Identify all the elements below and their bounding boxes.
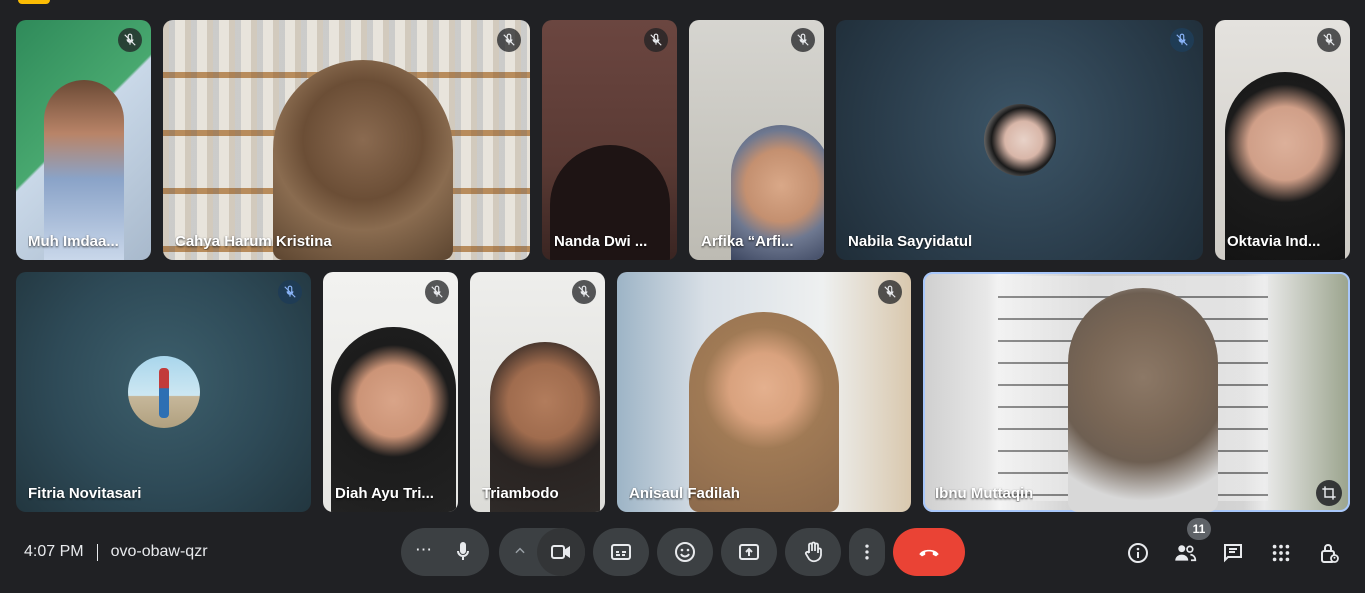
participant-video <box>689 312 839 512</box>
participant-tile[interactable]: Muh Imdaa... <box>16 20 151 260</box>
participant-name: Muh Imdaa... <box>28 233 119 250</box>
audio-control-group: ⋯ <box>401 528 489 576</box>
mic-off-icon <box>644 28 668 52</box>
participant-video <box>1225 72 1345 260</box>
participant-video <box>273 60 453 260</box>
participant-tile[interactable]: Triambodo <box>470 272 605 512</box>
emoji-button[interactable] <box>657 528 713 576</box>
captions-button[interactable] <box>593 528 649 576</box>
participant-tile[interactable]: Oktavia Ind... <box>1215 20 1350 260</box>
mic-off-icon <box>497 28 521 52</box>
crop-icon[interactable] <box>1316 480 1342 506</box>
participant-tile[interactable]: Cahya Harum Kristina <box>163 20 530 260</box>
video-control-group <box>499 528 585 576</box>
microphone-icon <box>457 542 469 560</box>
control-bar: 4:07 PM ovo-obaw-qzr ⋯ <box>0 518 1365 593</box>
audio-options-button[interactable]: ⋯ <box>415 540 432 560</box>
mic-off-icon <box>1170 28 1194 52</box>
present-icon <box>739 544 759 560</box>
mic-off-icon <box>878 280 902 304</box>
divider <box>96 543 98 561</box>
more-options-button[interactable] <box>849 528 885 576</box>
participant-tile[interactable]: Anisaul Fadilah <box>617 272 911 512</box>
meeting-time: 4:07 PM <box>24 543 84 560</box>
present-screen-button[interactable] <box>721 528 777 576</box>
people-icon <box>1175 545 1197 562</box>
participant-tile[interactable]: Nanda Dwi ... <box>542 20 677 260</box>
participant-tile[interactable]: Diah Ayu Tri... <box>323 272 458 512</box>
host-controls-button[interactable] <box>1316 540 1342 566</box>
chevron-up-icon[interactable] <box>513 544 527 563</box>
camera-icon <box>551 545 570 559</box>
mic-off-icon <box>425 280 449 304</box>
info-icon <box>1128 543 1148 563</box>
mic-off-icon <box>118 28 142 52</box>
lock-person-icon <box>1321 544 1339 563</box>
participants-count-badge: 11 <box>1187 518 1211 540</box>
participant-name: Nanda Dwi ... <box>554 233 648 250</box>
participant-tile[interactable]: Nabila Sayyidatul <box>836 20 1203 260</box>
participant-tile[interactable]: Arfika “Arfi... <box>689 20 824 260</box>
participant-name: Fitria Novitasari <box>28 485 142 502</box>
activities-button[interactable] <box>1268 540 1294 566</box>
camera-button[interactable] <box>537 528 585 576</box>
participant-tile[interactable]: Fitria Novitasari <box>16 272 311 512</box>
raise-hand-button[interactable] <box>785 528 841 576</box>
meeting-info: 4:07 PM ovo-obaw-qzr <box>24 543 208 561</box>
leave-call-button[interactable] <box>893 528 965 576</box>
participant-name: Triambodo <box>482 485 559 502</box>
participant-video <box>1068 288 1218 512</box>
captions-icon <box>611 544 631 560</box>
emoji-icon <box>675 542 695 562</box>
chat-button[interactable] <box>1220 540 1246 566</box>
mic-off-icon <box>278 280 302 304</box>
avatar <box>984 104 1056 176</box>
meeting-details-button[interactable] <box>1125 540 1151 566</box>
chat-icon <box>1224 544 1242 563</box>
more-vert-icon <box>865 544 869 560</box>
participant-name: Anisaul Fadilah <box>629 485 740 502</box>
mic-off-icon <box>791 28 815 52</box>
participant-name: Cahya Harum Kristina <box>175 233 332 250</box>
participant-tile-pinned[interactable]: Ibnu Muttaqin <box>923 272 1350 512</box>
participant-name: Oktavia Ind... <box>1227 233 1321 250</box>
meet-window: Muh Imdaa... Cahya Harum Kristina Nanda … <box>0 0 1365 593</box>
mic-off-icon <box>572 280 596 304</box>
participant-name: Ibnu Muttaqin <box>935 485 1034 502</box>
hang-up-icon <box>919 549 939 557</box>
apps-grid-icon <box>1272 544 1290 562</box>
hand-icon <box>804 541 822 563</box>
avatar <box>128 356 200 428</box>
people-button[interactable] <box>1172 540 1198 566</box>
notification-pill <box>18 0 50 4</box>
meeting-code: ovo-obaw-qzr <box>110 543 208 560</box>
participant-name: Arfika “Arfi... <box>701 233 794 250</box>
participant-name: Diah Ayu Tri... <box>335 485 434 502</box>
participant-name: Nabila Sayyidatul <box>848 233 973 250</box>
mic-off-icon <box>1317 28 1341 52</box>
microphone-button[interactable] <box>451 540 475 564</box>
